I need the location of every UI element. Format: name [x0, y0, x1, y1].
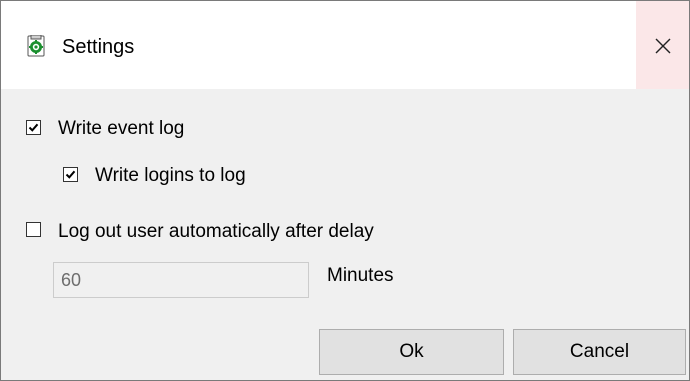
auto-logout-checkbox[interactable]: [26, 222, 41, 237]
checkmark-icon: [28, 123, 39, 132]
auto-logout-label[interactable]: Log out user automatically after delay: [58, 221, 374, 243]
title-bar: Settings: [1, 1, 689, 89]
write-logins-label[interactable]: Write logins to log: [95, 165, 246, 187]
write-event-log-label[interactable]: Write event log: [58, 118, 184, 140]
write-event-log-checkbox[interactable]: [26, 120, 41, 135]
ok-button[interactable]: Ok: [319, 329, 504, 375]
delay-minutes-input[interactable]: 60: [53, 262, 309, 298]
settings-dialog: Settings Write event log Write logins to…: [0, 0, 690, 381]
minutes-label: Minutes: [327, 265, 394, 286]
write-logins-checkbox[interactable]: [63, 167, 78, 182]
settings-app-icon: [25, 34, 47, 57]
close-button[interactable]: [636, 1, 689, 89]
checkmark-icon: [65, 170, 76, 179]
window-title: Settings: [62, 36, 135, 58]
cancel-button[interactable]: Cancel: [513, 329, 686, 375]
close-icon: [652, 35, 674, 57]
